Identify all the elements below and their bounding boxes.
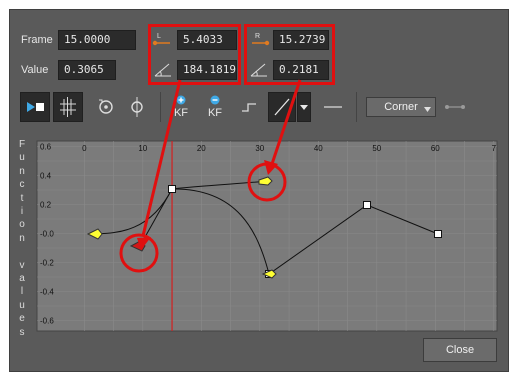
keyframe-point [363, 201, 371, 209]
y-tick-label: -0.6 [40, 317, 54, 326]
x-tick-label: 10 [138, 144, 147, 153]
y-tick-label: 0.2 [40, 201, 52, 210]
x-tick-label: 40 [314, 144, 323, 153]
y-tick-label: -0.2 [40, 259, 54, 268]
x-tick-label: 0 [82, 144, 87, 153]
keyframe-point [168, 185, 176, 193]
keyframe-point [434, 230, 442, 238]
x-tick-label: 50 [372, 144, 381, 153]
x-tick-label: 60 [431, 144, 440, 153]
x-tick-label: 7 [492, 144, 497, 153]
y-tick-label: 0.4 [40, 172, 52, 181]
function-graph[interactable]: 0.6 0.4 0.2 -0.0 -0.2 -0.4 -0.6 0 10 20 30 40 50 60 7 [0, 0, 518, 381]
x-tick-label: 20 [197, 144, 206, 153]
y-tick-label: 0.6 [40, 143, 52, 152]
y-tick-label: -0.4 [40, 288, 54, 297]
close-button[interactable]: Close [423, 338, 497, 362]
y-tick-label: -0.0 [40, 230, 54, 239]
x-tick-label: 30 [255, 144, 264, 153]
